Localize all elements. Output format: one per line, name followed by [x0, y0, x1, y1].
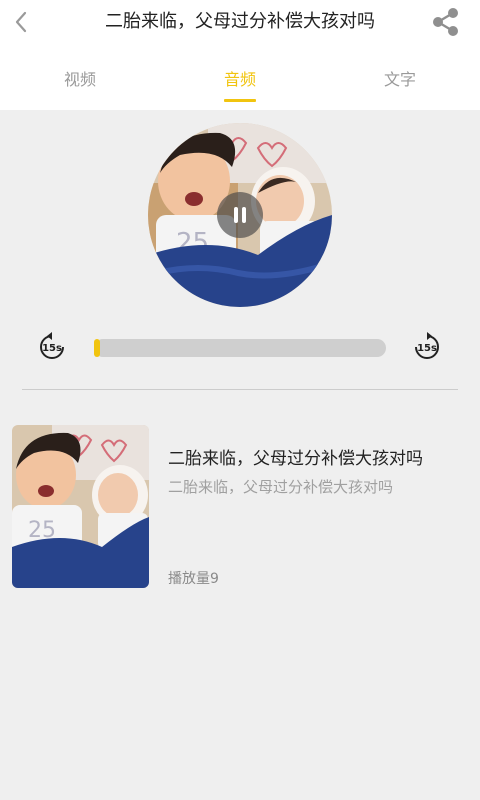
page-title: 二胎来临，父母过分补偿大孩对吗 [105, 11, 375, 32]
active-tab-indicator [224, 99, 256, 102]
item-subtitle: 二胎来临，父母过分补偿大孩对吗 [168, 478, 394, 496]
rewind-15s-icon[interactable]: 15s [35, 330, 69, 364]
item-thumbnail-image: 25 [12, 425, 149, 588]
chevron-left-icon[interactable] [6, 6, 38, 38]
audio-player-area: 25 15s 15s 25 二胎来临，父母过分补偿大孩对吗 二胎来临，父母过分补… [0, 110, 480, 800]
forward-15s-icon[interactable]: 15s [410, 330, 444, 364]
tab-video-label: 视频 [63, 70, 96, 89]
top-bar: 二胎来临，父母过分补偿大孩对吗 [0, 0, 480, 44]
forward-label: 15s [417, 343, 437, 354]
pause-button[interactable] [217, 192, 263, 238]
tab-audio-label: 音频 [223, 70, 256, 89]
progress-fill [94, 339, 100, 357]
tab-bar: 视频 音频 文字 [0, 44, 480, 110]
tab-video[interactable]: 视频 [0, 44, 160, 110]
audio-list-item[interactable]: 25 二胎来临，父母过分补偿大孩对吗 二胎来临，父母过分补偿大孩对吗 播放量9 [12, 425, 468, 589]
item-title: 二胎来临，父母过分补偿大孩对吗 [168, 449, 423, 469]
rewind-label: 15s [42, 343, 62, 354]
pause-bar-right [242, 207, 246, 223]
pause-bar-left [234, 207, 238, 223]
share-icon[interactable] [430, 6, 462, 38]
progress-bar[interactable] [94, 339, 386, 357]
tab-text-label: 文字 [383, 70, 416, 89]
divider [22, 389, 458, 390]
play-count: 播放量9 [168, 571, 219, 587]
tab-text[interactable]: 文字 [320, 44, 480, 110]
tab-audio[interactable]: 音频 [160, 44, 320, 110]
